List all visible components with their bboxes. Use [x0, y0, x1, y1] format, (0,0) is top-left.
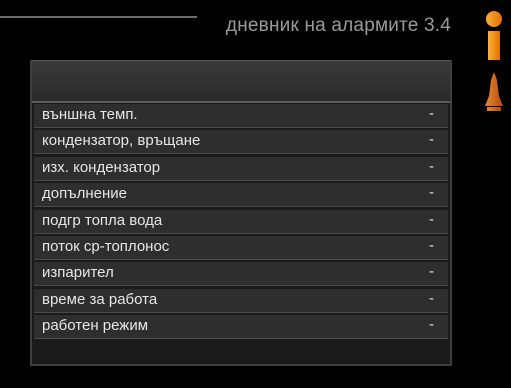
row-label: кондензатор, връщане	[42, 132, 201, 150]
list-item[interactable]: време за работа -	[34, 288, 448, 313]
info-icon[interactable]	[484, 10, 504, 64]
row-value: -	[429, 184, 434, 202]
list-item[interactable]: външна темп. -	[34, 104, 448, 128]
row-value: -	[429, 289, 434, 307]
row-label: подгр топла вода	[42, 211, 163, 229]
row-value: -	[429, 210, 434, 228]
row-label: изх. кондензатор	[42, 158, 161, 176]
row-value: -	[429, 236, 434, 254]
list-item[interactable]: изпарител -	[34, 262, 448, 287]
list-item[interactable]: подгр топла вода -	[34, 209, 448, 234]
row-value: -	[429, 263, 434, 281]
row-value: -	[429, 105, 434, 122]
row-label: време за работа	[42, 290, 158, 308]
list-item[interactable]: поток ср-топлонос -	[34, 235, 448, 260]
page-title: дневник на алармите 3.4	[225, 15, 451, 36]
row-label: работен режим	[42, 317, 149, 335]
panel-header	[32, 60, 450, 103]
alarm-log-panel: външна темп. - кондензатор, връщане - из…	[30, 60, 452, 366]
list-item[interactable]: изх. кондензатор -	[34, 156, 448, 181]
list-item[interactable]: допълнение -	[34, 183, 448, 208]
row-label: допълнение	[42, 185, 127, 203]
alarm-log-screen: дневник на алармите 3.4 външна темп. - к…	[0, 0, 511, 388]
status-icons	[484, 10, 510, 112]
title-divider	[0, 16, 197, 18]
alarm-log-list: външна темп. - кондензатор, връщане - из…	[34, 104, 448, 342]
row-label: външна темп.	[42, 106, 138, 123]
row-value: -	[429, 316, 434, 334]
row-label: изпарител	[42, 264, 114, 282]
row-value: -	[429, 131, 434, 149]
list-item[interactable]: кондензатор, връщане -	[34, 130, 448, 155]
alarm-bell-icon[interactable]	[484, 72, 504, 112]
row-label: поток ср-топлонос	[42, 237, 170, 255]
row-value: -	[429, 157, 434, 175]
list-item[interactable]: работен режим -	[34, 315, 448, 340]
